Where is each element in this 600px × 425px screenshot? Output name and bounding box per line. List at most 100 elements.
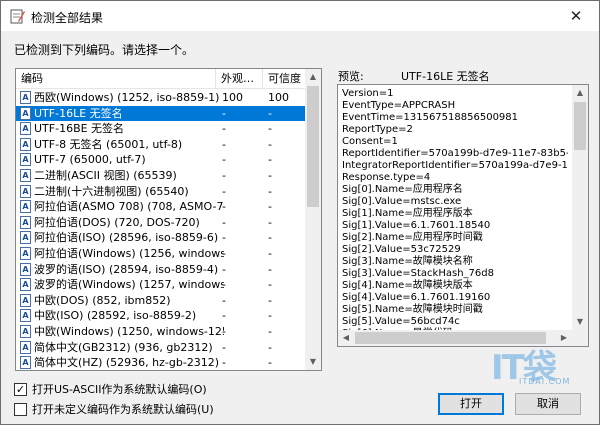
encoding-row[interactable]: A 简体中文(GB2312) (936, gb2312) - - [16,340,306,356]
encoding-confidence: - [268,153,272,167]
column-header-appearance[interactable]: 外观… [216,69,263,89]
encoding-appearance: - [222,153,226,167]
encoding-row[interactable]: A 西欧(Windows) (1252, iso-8859-1) 100 100 [16,90,306,106]
encoding-row[interactable]: A 波罗的语(Windows) (1257, windows-… - - [16,277,306,293]
encoding-appearance: - [222,184,226,198]
encoding-row[interactable]: A 中欧(DOS) (852, ibm852) - - [16,293,306,309]
detect-results-dialog: 检测全部结果 ✕ 已检测到下列编码。请选择一个。 编码 外观… 可信度 A 西欧(… [0,0,600,425]
scroll-down-icon[interactable]: ▼ [572,314,588,330]
column-header-confidence[interactable]: 可信度 [263,69,308,89]
encoding-list-scrollbar[interactable]: ▲ ▼ [305,69,321,370]
preview-line: Sig[1].Name=应用程序版本 [342,208,473,219]
encoding-doc-icon: A [20,153,31,167]
preview-line: Sig[0].Value=mstsc.exe [342,196,462,207]
encoding-doc-icon: A [20,246,31,260]
checkbox-label[interactable]: 打开未定义编码作为系统默认编码(U) [32,401,214,417]
column-header-encoding[interactable]: 编码 [16,69,216,89]
encoding-row[interactable]: A 二进制(ASCII 视图) (65539) - - [16,168,306,184]
encoding-name: 二进制(ASCII 视图) (65539) [34,168,177,182]
encoding-row[interactable]: A 阿拉伯语(ISO) (28596, iso-8859-6) - - [16,230,306,246]
encoding-doc-icon: A [20,324,31,338]
close-icon: ✕ [569,7,583,25]
preview-line: EventTime=131567518856500981 [342,112,519,123]
encoding-row[interactable]: A UTF-7 (65000, utf-7) - - [16,152,306,168]
encoding-doc-icon: A [20,340,31,354]
encoding-name: UTF-7 (65000, utf-7) [34,153,146,167]
encoding-name: 简体中文(GB2312) (936, gb2312) [34,340,213,354]
encoding-confidence: - [268,200,272,214]
encoding-confidence: - [268,340,272,354]
encoding-row[interactable]: A 波罗的语(ISO) (28594, iso-8859-4) - - [16,262,306,278]
scroll-thumb[interactable] [574,102,586,150]
preview-label: 预览: [338,70,364,83]
encoding-doc-icon: A [20,262,31,276]
close-button[interactable]: ✕ [553,1,599,31]
encoding-name: 二进制(十六进制视图) (65540) [34,184,189,198]
encoding-row[interactable]: A 中欧(ISO) (28592, iso-8859-2) - - [16,308,306,324]
encoding-appearance: - [222,246,226,260]
encoding-list[interactable]: 编码 外观… 可信度 A 西欧(Windows) (1252, iso-8859-… [15,68,322,371]
encoding-row[interactable]: A 简体中文(HZ) (52936, hz-gb-2312) - - [16,355,306,370]
encoding-appearance: 100 [222,91,243,104]
encoding-doc-icon: A [20,231,31,245]
preview-line: Sig[2].Name=应用程序时间戳 [342,232,483,243]
title-bar: 检测全部结果 ✕ [1,1,599,31]
preview-vertical-scrollbar[interactable]: ▲ ▼ [572,85,588,330]
encoding-doc-icon: A [20,91,31,104]
encoding-confidence: 100 [268,91,289,104]
checkbox-box[interactable] [14,402,27,416]
encoding-name: 简体中文(HZ) (52936, hz-gb-2312) [34,356,220,370]
encoding-doc-icon: A [20,215,31,229]
encoding-row[interactable]: A UTF-8 无签名 (65001, utf-8) - - [16,137,306,153]
encoding-appearance: - [222,340,226,354]
encoding-appearance: - [222,262,226,276]
encoding-row[interactable]: A UTF-16BE 无签名 - - [16,121,306,137]
preview-line: ReportType=2 [342,124,413,135]
preview-line: Version=1 [342,88,394,99]
encoding-confidence: - [268,309,272,323]
checkbox-box[interactable]: ✓ [14,382,27,396]
encoding-name: UTF-8 无签名 (65001, utf-8) [34,137,183,151]
preview-line: Consent=1 [342,136,398,147]
preview-line: Sig[5].Name=故障模块时间戳 [342,304,483,315]
encoding-appearance: - [222,200,226,214]
scroll-thumb[interactable] [307,86,319,207]
encoding-appearance: - [222,324,226,338]
preview-line: ReportIdentifier=570a199b-d7e9-11e7-83b5… [342,148,568,159]
preview-line: Sig[2].Value=53c72529 [342,244,461,255]
encoding-doc-icon: A [20,184,31,198]
checkbox-label[interactable]: 打开US-ASCII作为系统默认编码(O) [32,381,207,397]
encoding-row[interactable]: A 二进制(十六进制视图) (65540) - - [16,184,306,200]
encoding-rows: A 西欧(Windows) (1252, iso-8859-1) 100 100 A UT… [16,90,306,370]
encoding-row[interactable]: A 阿拉伯语(DOS) (720, DOS-720) - - [16,215,306,231]
encoding-appearance: - [222,231,226,245]
scroll-up-icon[interactable]: ▲ [572,85,588,101]
preview-line: Sig[4].Value=6.1.7601.19160 [342,292,491,303]
encoding-doc-icon: A [20,200,31,214]
encoding-row[interactable]: A 阿拉伯语(ASMO 708) (708, ASMO-708) - - [16,199,306,215]
encoding-name: 中欧(ISO) (28592, iso-8859-2) [34,309,197,323]
preview-text-area[interactable]: Version=1 EventType=APPCRASH EventTime=131… [337,84,589,347]
open-button[interactable]: 打开 [438,393,504,415]
encoding-name: UTF-16BE 无签名 [34,122,125,136]
encoding-doc-icon: A [20,106,31,120]
encoding-appearance: - [222,168,226,182]
open-undefined-default-checkbox[interactable]: 打开未定义编码作为系统默认编码(U) [14,401,214,417]
encoding-name: 波罗的语(Windows) (1257, windows-… [34,278,224,292]
encoding-row[interactable]: A 中欧(Windows) (1250, windows-1250) - - [16,324,306,340]
encoding-name: UTF-16LE 无签名 [34,106,123,120]
scroll-up-icon[interactable]: ▲ [305,69,321,85]
preview-line: EventType=APPCRASH [342,100,456,111]
scroll-left-icon[interactable]: ◀ [338,330,354,346]
encoding-row[interactable]: A UTF-16LE 无签名 - - [16,105,306,122]
encoding-row[interactable]: A 阿拉伯语(Windows) (1256, windows-… - - [16,246,306,262]
encoding-confidence: - [268,106,272,120]
encoding-name: 中欧(Windows) (1250, windows-1250) [34,324,224,338]
encoding-appearance: - [222,278,226,292]
open-ascii-default-checkbox[interactable]: ✓ 打开US-ASCII作为系统默认编码(O) [14,381,207,397]
cancel-button[interactable]: 取消 [515,393,581,415]
scroll-down-icon[interactable]: ▼ [305,354,321,370]
notepad-app-icon [10,9,25,24]
encoding-confidence: - [268,184,272,198]
encoding-appearance: - [222,293,226,307]
